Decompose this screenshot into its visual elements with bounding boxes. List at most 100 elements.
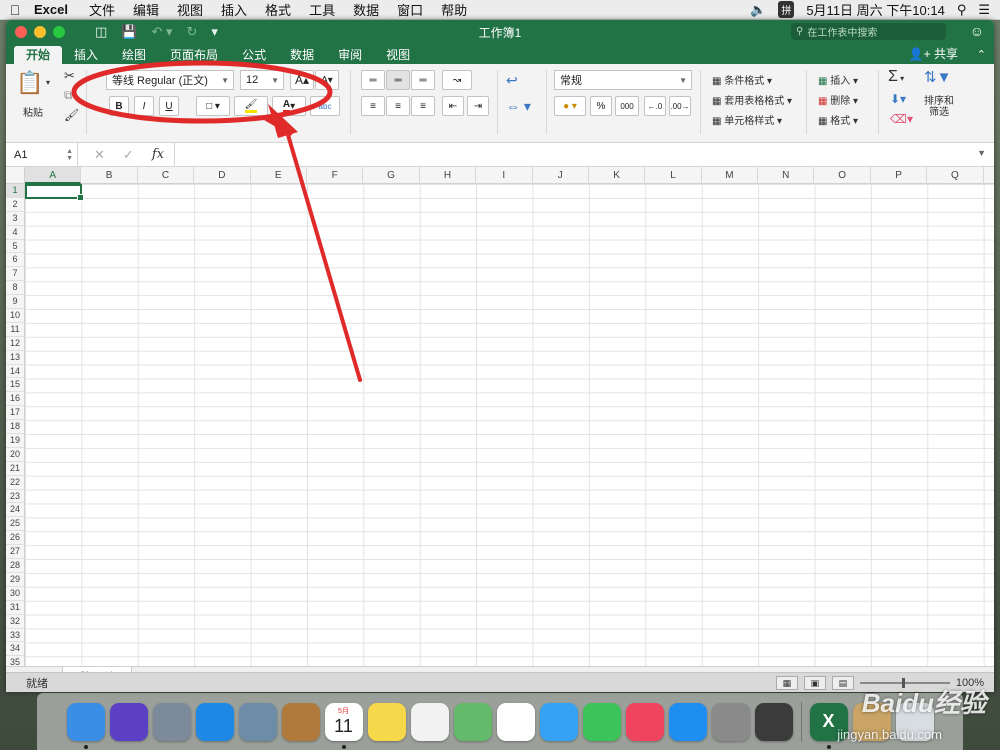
row-header[interactable]: 4 — [6, 226, 24, 240]
save-icon[interactable]: 💾 — [121, 24, 137, 40]
tab-insert[interactable]: 插入 — [62, 46, 110, 64]
column-header[interactable]: L — [645, 167, 702, 184]
italic-button[interactable]: I — [134, 96, 154, 116]
column-header[interactable]: P — [871, 167, 928, 184]
align-middle-button[interactable]: ═ — [386, 70, 410, 90]
delete-cells-button[interactable]: ▦ 删除 ▾ — [818, 92, 858, 107]
column-header[interactable]: K — [589, 167, 646, 184]
row-header[interactable]: 14 — [6, 365, 24, 379]
merge-center-icon[interactable]: ⇔ ▾ — [506, 98, 531, 115]
row-header[interactable]: 3 — [6, 212, 24, 226]
format-painter-icon[interactable]: 🖌 — [64, 108, 79, 122]
sort-filter-icon[interactable]: ⇅▼ — [924, 68, 951, 86]
page-layout-view-button[interactable]: ▣ — [803, 675, 826, 690]
dock-siri-icon[interactable] — [109, 702, 148, 741]
wrap-text-icon[interactable]: ↩ — [506, 72, 518, 89]
undo-icon[interactable]: ↶ ▾ — [151, 24, 172, 40]
menu-file[interactable]: 文件 — [89, 0, 115, 19]
tab-home[interactable]: 开始 — [14, 46, 63, 64]
orientation-button[interactable]: ↝ — [442, 70, 472, 90]
menu-view[interactable]: 视图 — [177, 0, 203, 19]
column-header[interactable]: C — [138, 167, 195, 184]
row-header[interactable]: 19 — [6, 434, 24, 448]
sidebar-toggle-icon[interactable]: ◫ — [95, 24, 107, 40]
dock-reminders-icon[interactable] — [410, 702, 449, 741]
tab-draw[interactable]: 绘图 — [110, 46, 158, 64]
cancel-formula-icon[interactable]: ✕ — [94, 147, 105, 163]
feedback-smiley-icon[interactable]: ☺ — [970, 23, 984, 39]
normal-view-button[interactable]: ▦ — [775, 675, 798, 690]
dock-finder-icon[interactable] — [66, 702, 105, 749]
tab-page-layout[interactable]: 页面布局 — [158, 46, 230, 64]
select-all-corner[interactable] — [6, 167, 25, 184]
column-header[interactable]: D — [194, 167, 251, 184]
font-color-button[interactable]: A ▾ — [272, 96, 306, 116]
decrease-font-size-button[interactable]: A▾ — [315, 70, 339, 90]
collapse-ribbon-icon[interactable]: ⌃ — [977, 48, 986, 61]
number-format-dropdown[interactable]: 常规 ▼ — [554, 70, 692, 90]
row-header[interactable]: 30 — [6, 587, 24, 601]
menu-window[interactable]: 窗口 — [397, 0, 423, 19]
row-header[interactable]: 9 — [6, 295, 24, 310]
dock-music-icon[interactable] — [625, 702, 664, 741]
font-size-dropdown[interactable]: 12 ▼ — [240, 70, 284, 90]
column-header[interactable]: N — [758, 167, 815, 184]
share-button[interactable]: 👤+ 共享 — [909, 45, 958, 62]
minimize-window-button[interactable] — [34, 26, 46, 38]
row-header[interactable]: 32 — [6, 615, 24, 629]
row-header[interactable]: 34 — [6, 642, 24, 657]
text-wrap-style-button[interactable]: abc — [310, 96, 340, 116]
row-header[interactable]: 8 — [6, 281, 24, 296]
menu-tools[interactable]: 工具 — [309, 0, 335, 19]
row-header[interactable]: 11 — [6, 323, 24, 337]
column-header[interactable]: J — [533, 167, 589, 184]
menu-app-name[interactable]: Excel — [34, 2, 68, 17]
align-top-button[interactable]: ═ — [361, 70, 385, 90]
paste-label[interactable]: 粘贴 — [23, 104, 43, 119]
tab-formulas[interactable]: 公式 — [230, 46, 278, 64]
currency-format-button[interactable]: ● ▾ — [554, 96, 586, 116]
format-as-table-button[interactable]: ▦ 套用表格格式 ▾ — [712, 92, 792, 107]
worksheet-grid[interactable]: ABCDEFGHIJKLMNOPQ 1 2 3 4 5 6 7 8 9 10 11 12 13 14 15 1… — [6, 167, 994, 666]
row-header[interactable]: 17 — [6, 406, 24, 421]
page-break-view-button[interactable]: ▤ — [831, 675, 854, 690]
font-name-dropdown[interactable]: 等线 Regular (正文) ▼ — [106, 70, 234, 90]
autosum-button[interactable]: Σ ▾ — [888, 68, 904, 86]
menu-format[interactable]: 格式 — [265, 0, 291, 19]
increase-font-size-button[interactable]: A▴ — [290, 70, 314, 90]
dock-notes-icon[interactable] — [367, 702, 406, 741]
confirm-formula-icon[interactable]: ✓ — [123, 147, 134, 163]
cell-area[interactable] — [25, 184, 994, 666]
zoom-window-button[interactable] — [53, 26, 65, 38]
row-header[interactable]: 10 — [6, 309, 24, 323]
decrease-decimal-button[interactable]: .00→ — [669, 96, 691, 116]
percent-style-button[interactable]: % — [590, 96, 612, 116]
row-header[interactable]: 23 — [6, 490, 24, 504]
column-header[interactable]: I — [476, 167, 533, 184]
copy-icon[interactable]: ⧉ — [64, 88, 73, 103]
row-header[interactable]: 33 — [6, 629, 24, 643]
row-header[interactable]: 22 — [6, 476, 24, 490]
fill-color-button[interactable]: 🖌 — [234, 96, 268, 116]
bold-button[interactable]: B — [109, 96, 129, 116]
clock[interactable]: 5月11日 周六 下午10:14 — [806, 0, 944, 19]
row-header[interactable]: 35 — [6, 656, 24, 666]
dock-calendar-icon[interactable]: 5月 11 — [324, 702, 363, 749]
comma-style-button[interactable]: 000 — [615, 96, 639, 116]
insert-cells-button[interactable]: ▦ 插入 ▾ — [818, 72, 858, 87]
align-left-button[interactable]: ≡ — [361, 96, 385, 116]
column-header[interactable]: H — [420, 167, 477, 184]
input-method-indicator[interactable]: 拼 — [778, 1, 795, 18]
menu-insert[interactable]: 插入 — [221, 0, 247, 19]
row-header[interactable]: 6 — [6, 253, 24, 268]
close-window-button[interactable] — [15, 26, 27, 38]
menu-help[interactable]: 帮助 — [441, 0, 467, 19]
dock-preview-icon[interactable] — [238, 702, 277, 741]
dock-system-preferences-icon[interactable] — [711, 702, 750, 741]
notification-center-icon[interactable]: ☰ — [978, 2, 990, 18]
cell-styles-button[interactable]: ▦ 单元格样式 ▾ — [712, 112, 782, 127]
name-box-stepper-icon[interactable]: ▲ ▼ — [66, 148, 73, 162]
dock-app-store-icon[interactable] — [668, 702, 707, 741]
decrease-indent-button[interactable]: ⇤ — [442, 96, 464, 116]
row-header[interactable]: 2 — [6, 198, 24, 212]
